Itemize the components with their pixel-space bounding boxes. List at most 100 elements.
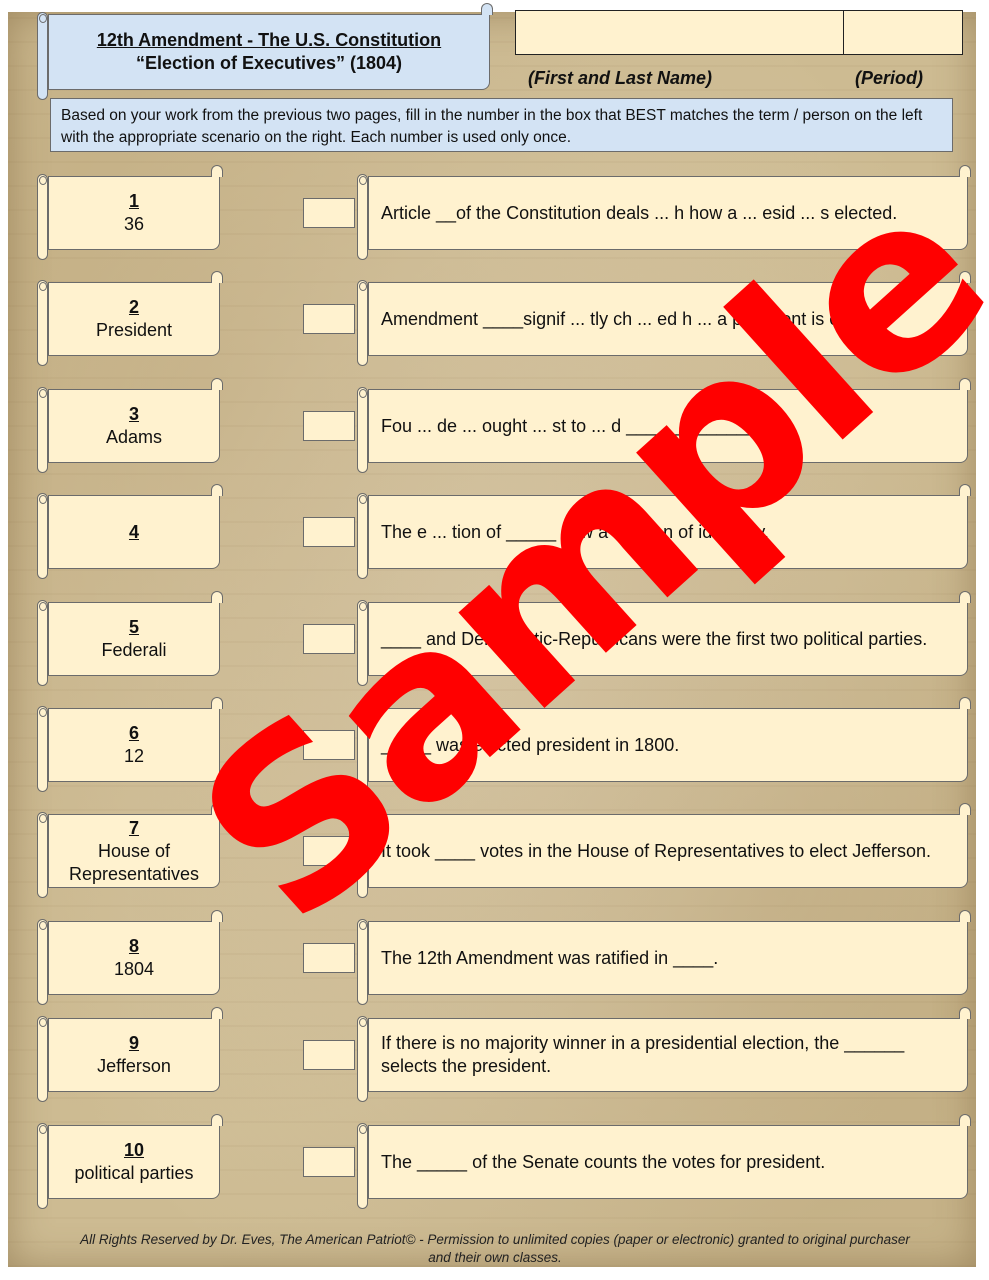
answer-box[interactable]	[303, 198, 355, 228]
answer-box[interactable]	[303, 836, 355, 866]
scroll-curl-icon	[211, 378, 223, 390]
scroll-roll-icon	[357, 812, 368, 898]
term-number: 8	[128, 936, 139, 956]
term-label: 1804	[113, 959, 155, 979]
scenario-text: _____ was elected president in 1800.	[381, 734, 680, 755]
scenario-card: Amendment ____signif ... tly ch ... ed h…	[357, 271, 971, 366]
term-card: 2 President	[37, 271, 223, 366]
scroll-curl-icon	[959, 591, 971, 603]
scenario-text: It took ____ votes in the House of Repre…	[381, 840, 931, 861]
term-content: 10 political parties	[49, 1126, 219, 1198]
scroll-roll-icon	[37, 600, 48, 686]
scroll-roll-icon	[37, 12, 48, 100]
copyright-footer: All Rights Reserved by Dr. Eves, The Ame…	[80, 1232, 910, 1265]
scroll-curl-icon	[481, 3, 493, 15]
scroll-roll-icon	[357, 387, 368, 473]
term-content: 6 12	[49, 709, 219, 781]
scroll-roll-icon	[37, 706, 48, 792]
scroll-curl-icon	[211, 803, 223, 815]
scenario-text: The 12th Amendment was ratified in ____.	[381, 947, 719, 968]
scroll-roll-icon	[37, 493, 48, 579]
scroll-roll-icon	[37, 812, 48, 898]
name-label: (First and Last Name)	[528, 68, 713, 88]
scenario-text: Amendment ____signif ... tly ch ... ed h…	[381, 308, 893, 329]
answer-box[interactable]	[303, 1040, 355, 1070]
term-number: 2	[128, 297, 139, 317]
scenario-card: ____ and Democratic-Republicans were the…	[357, 591, 971, 686]
scroll-curl-icon	[211, 1007, 223, 1019]
scroll-roll-icon	[37, 174, 48, 260]
term-card: 4	[37, 484, 223, 579]
answer-box[interactable]	[303, 1147, 355, 1177]
term-content: 1 36	[49, 177, 219, 249]
term-label: Jefferson	[97, 1056, 171, 1076]
title-banner: 12th Amendment - The U.S. Constitution “…	[37, 3, 493, 100]
name-period-box	[515, 10, 963, 55]
scenario-text: If there is no majority winner in a pres…	[381, 1033, 905, 1076]
scenario-text: The e ... tion of _____ saw a division o…	[381, 521, 769, 542]
scroll-roll-icon	[37, 1123, 48, 1209]
scroll-curl-icon	[211, 271, 223, 283]
term-label: President	[95, 320, 173, 340]
scenario-card: Fou ... de ... ought ... st to ... d ___…	[357, 378, 971, 473]
term-number: 4	[128, 521, 139, 542]
scroll-curl-icon	[959, 697, 971, 709]
scenario-card: _____ was elected president in 1800.	[357, 697, 971, 792]
term-label: House of Representatives	[68, 840, 200, 884]
scroll-curl-icon	[211, 484, 223, 496]
scenario-text: ____ and Democratic-Republicans were the…	[381, 628, 928, 649]
scenario-card: It took ____ votes in the House of Repre…	[357, 803, 971, 898]
term-number: 9	[128, 1033, 139, 1053]
answer-box[interactable]	[303, 304, 355, 334]
term-card: 5 Federali	[37, 591, 223, 686]
term-label: Federali	[101, 640, 167, 660]
scroll-curl-icon	[959, 1114, 971, 1126]
period-field[interactable]	[844, 11, 962, 54]
term-content: 7 House of Representatives	[49, 815, 219, 887]
scenario-text: The _____ of the Senate counts the votes…	[381, 1151, 826, 1172]
scenario-text: Fou ... de ... ought ... st to ... d ___…	[381, 415, 762, 436]
term-label: 36	[123, 214, 145, 234]
scroll-curl-icon	[959, 378, 971, 390]
term-number: 5	[128, 617, 139, 637]
scroll-roll-icon	[357, 1123, 368, 1209]
scenario-card: The e ... tion of _____ saw a division o…	[357, 484, 971, 579]
title-line-1: 12th Amendment - The U.S. Constitution	[96, 30, 442, 50]
scroll-roll-icon	[357, 280, 368, 366]
scroll-curl-icon	[959, 803, 971, 815]
term-content: 2 President	[49, 283, 219, 355]
scroll-curl-icon	[959, 165, 971, 177]
term-number: 1	[128, 191, 139, 211]
scroll-curl-icon	[211, 910, 223, 922]
answer-box[interactable]	[303, 411, 355, 441]
term-content: 3 Adams	[49, 390, 219, 462]
scroll-roll-icon	[357, 1016, 368, 1102]
term-label: political parties	[74, 1163, 194, 1183]
term-card: 1 36	[37, 165, 223, 260]
scroll-curl-icon	[211, 697, 223, 709]
term-label: 12	[123, 746, 145, 766]
scenario-card: The 12th Amendment was ratified in ____.	[357, 910, 971, 1005]
scroll-curl-icon	[959, 271, 971, 283]
term-card: 8 1804	[37, 910, 223, 1005]
scenario-card: Article __of the Constitution deals ... …	[357, 165, 971, 260]
answer-box[interactable]	[303, 517, 355, 547]
scroll-roll-icon	[357, 493, 368, 579]
answer-box[interactable]	[303, 624, 355, 654]
scroll-roll-icon	[37, 1016, 48, 1102]
term-card: 3 Adams	[37, 378, 223, 473]
scroll-roll-icon	[357, 174, 368, 260]
answer-box[interactable]	[303, 730, 355, 760]
page-title: 12th Amendment - The U.S. Constitution “…	[49, 29, 489, 75]
answer-box[interactable]	[303, 943, 355, 973]
term-number: 3	[128, 404, 139, 424]
scroll-curl-icon	[211, 591, 223, 603]
term-content: 4	[49, 496, 219, 568]
period-label: (Period)	[855, 68, 924, 88]
term-content: 9 Jefferson	[49, 1019, 219, 1091]
name-field[interactable]	[516, 11, 844, 54]
scenario-card: The _____ of the Senate counts the votes…	[357, 1114, 971, 1209]
term-label: Adams	[105, 427, 163, 447]
term-card: 6 12	[37, 697, 223, 792]
title-line-2: “Election of Executives” (1804)	[135, 53, 403, 73]
